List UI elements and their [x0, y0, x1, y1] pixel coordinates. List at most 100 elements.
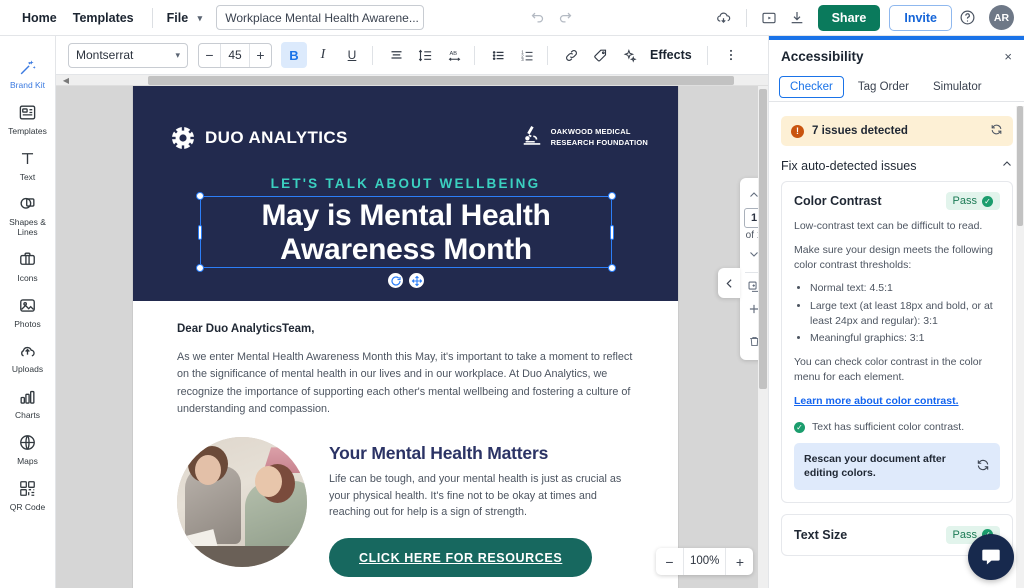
divider — [152, 8, 153, 28]
letter-body[interactable]: Dear Duo AnalyticsTeam, As we enter Ment… — [133, 301, 678, 419]
chevron-down-icon: ▾ — [198, 13, 203, 24]
selection-frame[interactable] — [200, 196, 612, 268]
collapse-panel-button[interactable] — [718, 268, 740, 298]
tag-icon[interactable] — [587, 42, 613, 68]
panel-scrollbar[interactable] — [1016, 106, 1024, 588]
resize-handle-top-right[interactable] — [608, 192, 616, 200]
learn-more-link[interactable]: Learn more about color contrast. — [794, 395, 959, 407]
sidebar-item-photos[interactable]: Photos — [0, 289, 56, 335]
chat-support-button[interactable] — [968, 534, 1014, 580]
tab-checker[interactable]: Checker — [779, 76, 844, 98]
resources-cta-button[interactable]: CLICK HERE FOR RESOURCES — [329, 538, 592, 577]
font-size-decrease[interactable]: − — [199, 44, 220, 67]
invite-button[interactable]: Invite — [889, 5, 952, 31]
card-title: Text Size — [794, 528, 847, 542]
zoom-out-button[interactable]: − — [656, 548, 683, 575]
undo-icon[interactable] — [525, 5, 551, 31]
list-item: Meaningful graphics: 3:1 — [810, 331, 1000, 346]
zoom-in-button[interactable]: + — [726, 548, 753, 575]
canvas-horizontal-scrollbar[interactable]: ◀ — [56, 75, 768, 86]
numbered-list-icon[interactable]: 123 — [514, 42, 540, 68]
cloud-save-icon[interactable] — [711, 5, 737, 31]
sidebar-item-templates[interactable]: Templates — [0, 96, 56, 142]
magic-effects-icon[interactable] — [616, 42, 642, 68]
tab-tag-order[interactable]: Tag Order — [848, 77, 919, 97]
rescan-icon[interactable] — [976, 458, 990, 475]
menu-file[interactable]: File ▾ — [163, 7, 207, 29]
brand-lockup: DUO ANALYTICS — [171, 126, 348, 150]
top-bar: Home Templates File ▾ Workplace Mental H… — [0, 0, 1024, 36]
resize-handle-bottom-left[interactable] — [196, 264, 204, 272]
magic-wand-icon — [18, 56, 37, 78]
present-icon[interactable] — [756, 5, 782, 31]
scroll-thumb[interactable] — [759, 89, 767, 389]
panel-title: Accessibility — [781, 49, 864, 64]
sidebar-item-brand-kit[interactable]: Brand Kit — [0, 50, 56, 96]
avatar[interactable]: AR — [989, 5, 1014, 30]
partner-line-2: RESEARCH FOUNDATION — [551, 138, 648, 147]
scroll-thumb[interactable] — [148, 76, 734, 85]
sidebar-item-charts[interactable]: Charts — [0, 380, 56, 426]
sidebar-item-uploads[interactable]: Uploads — [0, 334, 56, 380]
resize-handle-bottom-right[interactable] — [608, 264, 616, 272]
sidebar-item-text[interactable]: Text — [0, 142, 56, 188]
document-title-input[interactable]: Workplace Mental Health Awarene... — [216, 5, 424, 30]
sidebar-item-label: Photos — [14, 320, 40, 330]
scroll-left-nub[interactable]: ◀ — [61, 76, 71, 85]
chevron-up-icon[interactable] — [1001, 158, 1013, 173]
italic-button[interactable]: I — [310, 42, 336, 68]
letter-spacing-icon[interactable]: AB — [441, 42, 467, 68]
scroll-thumb[interactable] — [1017, 106, 1023, 226]
move-icon[interactable] — [409, 273, 424, 288]
more-options-icon[interactable] — [718, 42, 744, 68]
partner-line-1: OAKWOOD MEDICAL — [551, 127, 631, 136]
panel-tabs: Checker Tag Order Simulator — [769, 72, 1024, 102]
line-spacing-icon[interactable] — [412, 42, 438, 68]
sidebar-item-maps[interactable]: Maps — [0, 426, 56, 472]
sidebar-item-icons[interactable]: Icons — [0, 243, 56, 289]
font-size-increase[interactable]: + — [250, 44, 271, 67]
hero-banner: DUO ANALYTICS OAKWOOD MEDICAL RESEARCH F… — [133, 86, 678, 301]
resize-handle-middle-left[interactable] — [198, 225, 202, 240]
rescan-callout[interactable]: Rescan your document after editing color… — [794, 443, 1000, 489]
bold-button[interactable]: B — [281, 42, 307, 68]
font-size-stepper: − 45 + — [198, 43, 272, 68]
help-icon[interactable] — [954, 5, 980, 31]
nav-home[interactable]: Home — [14, 7, 65, 29]
sidebar-item-label: Charts — [15, 411, 40, 421]
bullet-list-icon[interactable] — [485, 42, 511, 68]
redo-icon[interactable] — [553, 5, 579, 31]
hero-eyebrow: LET'S TALK ABOUT WELLBEING — [133, 176, 678, 191]
rotate-icon[interactable] — [388, 273, 403, 288]
zoom-level-value[interactable]: 100% — [683, 548, 726, 575]
sidebar-item-label: QR Code — [10, 503, 45, 513]
counseling-photo[interactable] — [177, 437, 307, 567]
tab-simulator[interactable]: Simulator — [923, 77, 992, 97]
resize-handle-middle-right[interactable] — [610, 225, 614, 240]
canvas-vertical-scrollbar[interactable] — [758, 86, 768, 588]
download-icon[interactable] — [784, 5, 810, 31]
canvas-area[interactable]: DUO ANALYTICS OAKWOOD MEDICAL RESEARCH F… — [56, 86, 768, 588]
app-root: Home Templates File ▾ Workplace Mental H… — [0, 0, 1024, 588]
divider — [474, 46, 475, 65]
sidebar-item-label: Uploads — [12, 365, 43, 375]
resize-handle-top-left[interactable] — [196, 192, 204, 200]
nav-templates[interactable]: Templates — [65, 7, 142, 29]
feature-text: Your Mental Health Matters Life can be t… — [329, 437, 634, 577]
link-icon[interactable] — [558, 42, 584, 68]
font-size-input[interactable]: 45 — [220, 44, 250, 67]
align-icon[interactable] — [383, 42, 409, 68]
sidebar-item-label: Text — [20, 173, 36, 183]
fix-issues-section-header[interactable]: Fix auto-detected issues — [769, 146, 1024, 181]
close-icon[interactable]: × — [1004, 49, 1012, 64]
refresh-icon[interactable] — [990, 123, 1003, 139]
font-family-value: Montserrat — [76, 48, 133, 62]
sidebar-item-shapes-lines[interactable]: Shapes & Lines — [0, 187, 56, 243]
effects-button[interactable]: Effects — [642, 44, 700, 66]
divider — [746, 9, 747, 27]
font-family-select[interactable]: Montserrat ▾ — [68, 43, 188, 68]
sidebar-item-qr-code[interactable]: QR Code — [0, 472, 56, 518]
share-button[interactable]: Share — [818, 5, 881, 31]
underline-button[interactable]: U — [339, 42, 365, 68]
document-page[interactable]: DUO ANALYTICS OAKWOOD MEDICAL RESEARCH F… — [133, 86, 678, 588]
